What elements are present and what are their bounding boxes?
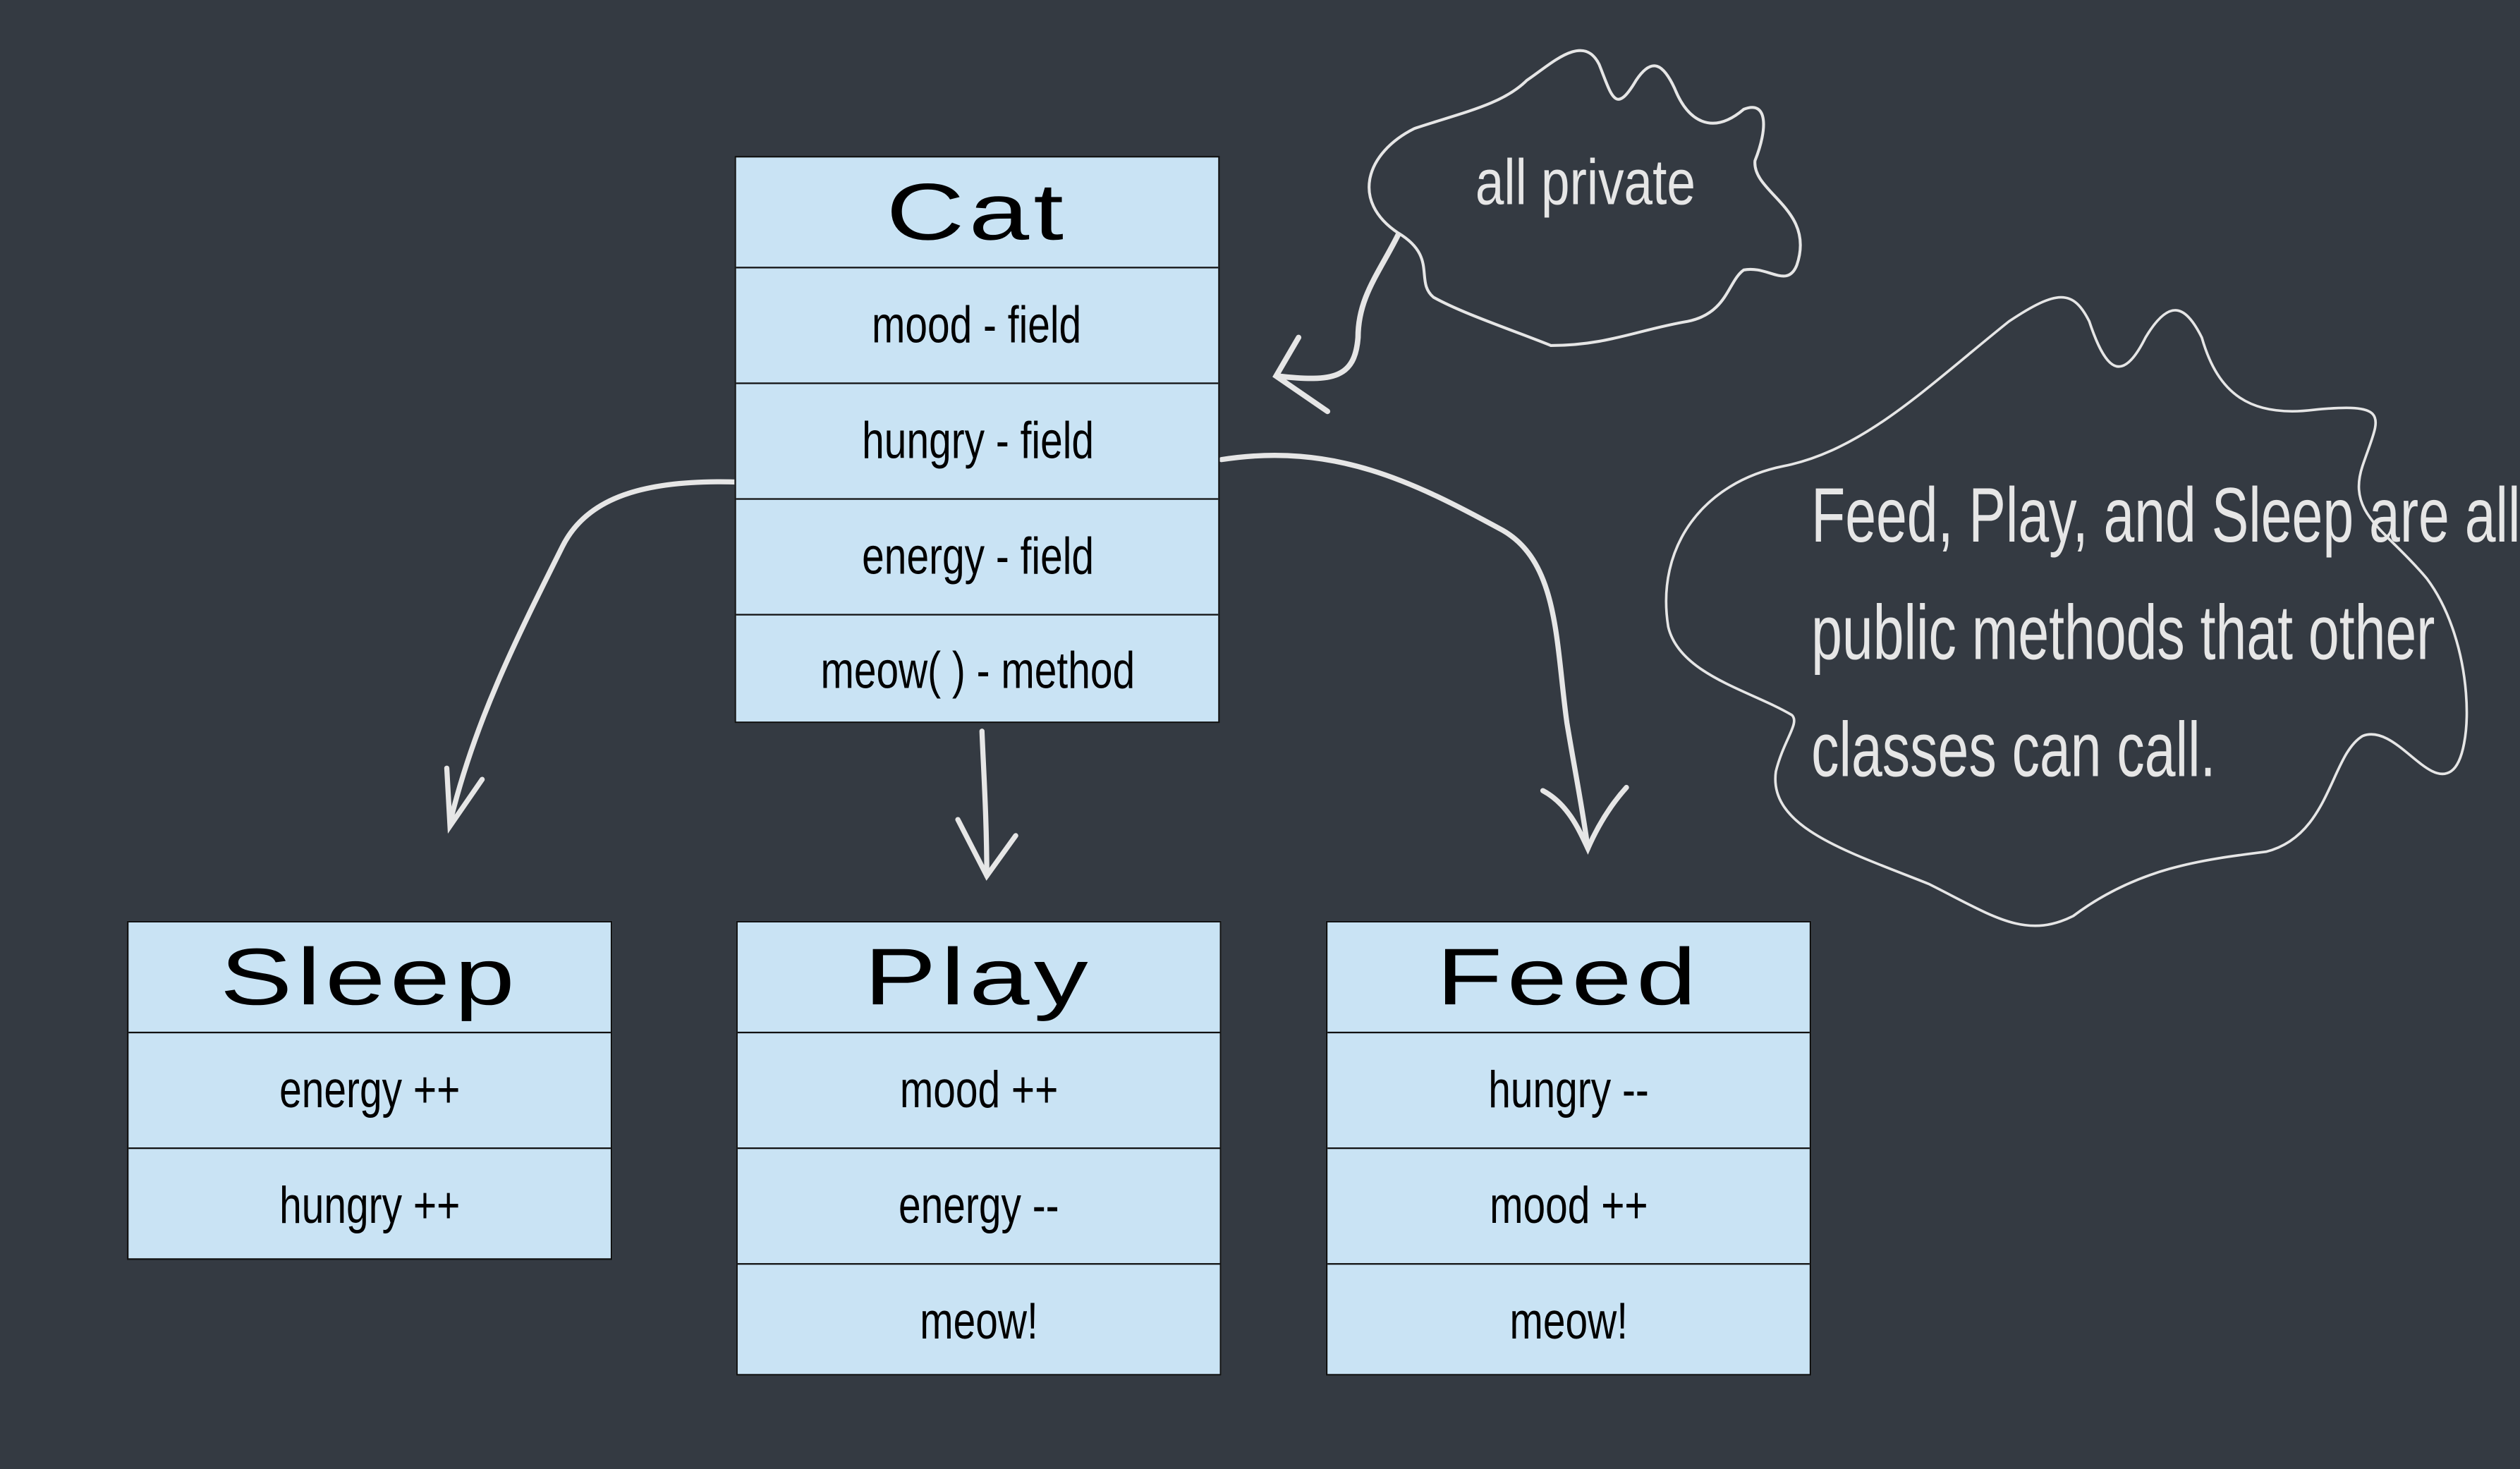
class-box-sleep: Sleep energy ++ hungry ++ bbox=[127, 920, 613, 1260]
class-row: meow( ) - method bbox=[820, 640, 1135, 699]
class-row: energy -- bbox=[737, 1149, 1220, 1265]
arrow-cat-to-feed bbox=[1219, 453, 1591, 851]
arrow-note-to-cat bbox=[1274, 231, 1401, 382]
class-box-cat: Cat mood - field hungry - field energy -… bbox=[734, 156, 1220, 724]
arrow-cat-to-play bbox=[979, 729, 990, 879]
class-box-feed: Feed hungry -- mood ++ meow! bbox=[1325, 920, 1812, 1376]
class-row: mood ++ bbox=[1327, 1149, 1810, 1265]
class-title-cat: Cat bbox=[736, 157, 1219, 269]
class-title-play: Play bbox=[737, 922, 1220, 1034]
diagram-canvas: Cat mood - field hungry - field energy -… bbox=[0, 0, 2520, 1469]
class-box-play: Play mood ++ energy -- meow! bbox=[736, 920, 1222, 1376]
class-row: hungry - field bbox=[736, 384, 1219, 500]
class-row: hungry -- bbox=[1327, 1033, 1810, 1150]
class-row: hungry ++ bbox=[279, 1176, 461, 1235]
class-row: energy - field bbox=[736, 500, 1219, 616]
class-row: energy ++ bbox=[128, 1033, 611, 1150]
arrow-cat-to-sleep bbox=[447, 479, 742, 826]
class-row: meow! bbox=[1509, 1292, 1628, 1351]
note-public-text: Feed, Play, and Sleep are all public met… bbox=[1811, 474, 2520, 794]
class-title-sleep: Sleep bbox=[128, 922, 611, 1034]
class-row: mood ++ bbox=[737, 1033, 1220, 1150]
class-row: meow! bbox=[919, 1292, 1038, 1351]
class-row: mood - field bbox=[736, 269, 1219, 384]
note-private-text: all private bbox=[1475, 147, 1696, 219]
class-title-feed: Feed bbox=[1327, 922, 1810, 1034]
